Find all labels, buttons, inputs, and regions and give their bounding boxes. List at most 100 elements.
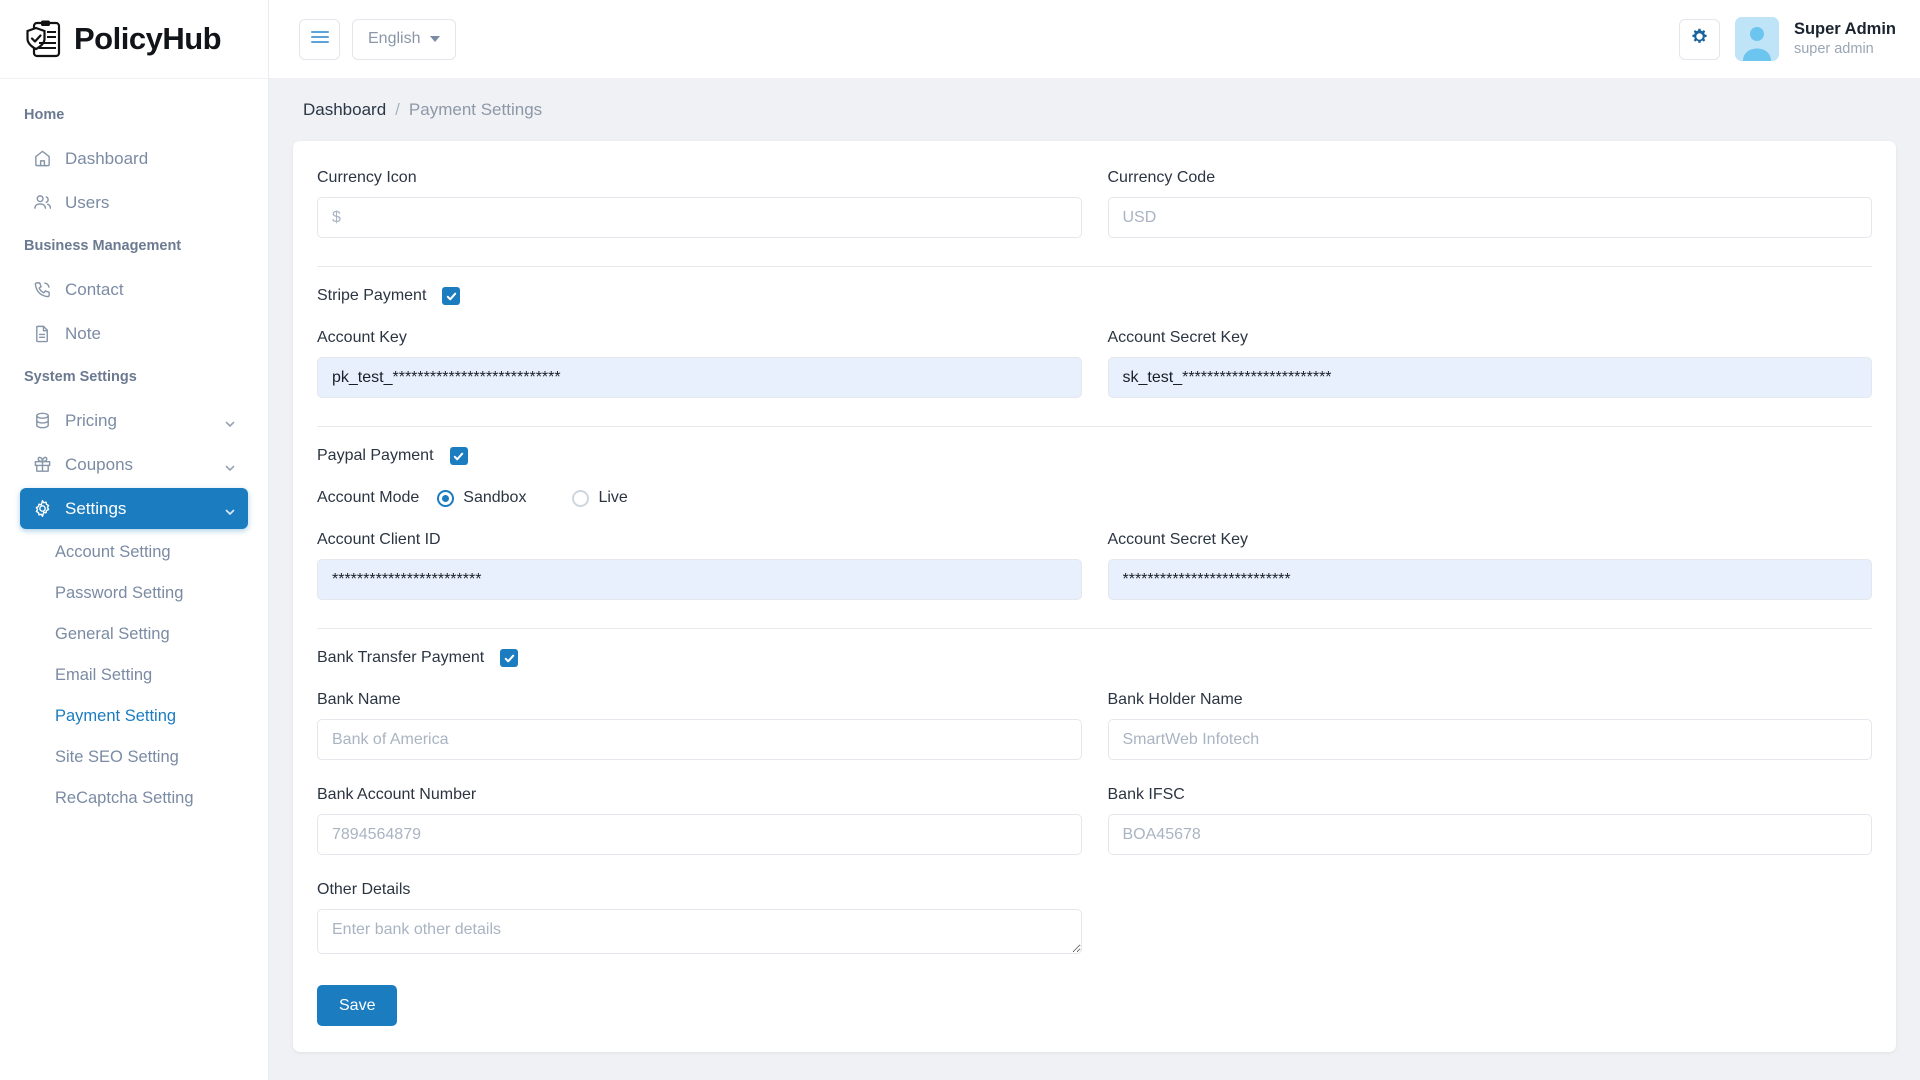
currency-code-field: Currency Code [1107, 169, 1872, 264]
account-mode-live-option[interactable]: Live [572, 489, 628, 507]
other-details-row: Other Details [317, 881, 1872, 985]
bank-account-row: Bank Account Number Bank IFSC [317, 786, 1872, 881]
user-name: Super Admin [1793, 20, 1896, 39]
breadcrumb-separator: / [395, 100, 400, 119]
sidebar-subitem-email-setting[interactable]: Email Setting [0, 655, 268, 696]
divider-stripe [317, 266, 1872, 267]
radio-sandbox-label: Sandbox [463, 489, 527, 506]
sidebar-subitem-general-setting[interactable]: General Setting [0, 614, 268, 655]
bank-ifsc-field: Bank IFSC [1107, 786, 1872, 881]
divider-paypal [317, 426, 1872, 427]
radio-sandbox[interactable] [437, 489, 455, 507]
stripe-keys-row: Account Key Account Secret Key [317, 329, 1872, 424]
sidebar-subitem-account-setting[interactable]: Account Setting [0, 532, 268, 573]
paypal-client-id-field: Account Client ID [317, 531, 1082, 626]
stripe-secret-key-input[interactable] [1107, 357, 1872, 398]
sidebar-item-dashboard[interactable]: Dashboard [20, 138, 248, 179]
paypal-secret-key-label: Account Secret Key [1107, 531, 1249, 548]
bank-account-number-label: Bank Account Number [317, 786, 477, 803]
brand-logo[interactable]: PolicyHub [0, 0, 268, 79]
gear-icon [32, 499, 52, 519]
paypal-client-id-input[interactable] [317, 559, 1082, 600]
phone-icon [32, 280, 52, 300]
account-mode-label: Account Mode [317, 489, 420, 506]
sidebar-item-label: Dashboard [65, 148, 149, 168]
paypal-payment-checkbox[interactable] [449, 447, 468, 465]
topbar-right: Super Admin super admin [1678, 17, 1896, 61]
sidebar-item-label: Contact [65, 279, 124, 299]
bank-holder-name-input[interactable] [1107, 719, 1872, 760]
stripe-secret-key-label: Account Secret Key [1107, 329, 1249, 346]
bank-name-row: Bank Name Bank Holder Name [317, 691, 1872, 786]
other-details-spacer [1108, 881, 1873, 985]
other-details-label: Other Details [317, 881, 411, 898]
hamburger-icon [310, 30, 329, 49]
currency-icon-label: Currency Icon [317, 169, 417, 186]
sidebar-item-settings[interactable]: Settings [20, 488, 248, 529]
bank-transfer-checkbox[interactable] [500, 649, 519, 667]
language-dropdown[interactable]: English [352, 18, 457, 60]
bank-ifsc-label: Bank IFSC [1107, 786, 1185, 803]
language-label: English [368, 30, 421, 47]
other-details-textarea[interactable] [317, 909, 1082, 954]
sidebar-item-label: Pricing [65, 410, 117, 430]
bank-ifsc-input[interactable] [1107, 814, 1872, 855]
avatar[interactable] [1734, 17, 1779, 61]
stripe-account-key-input[interactable] [317, 357, 1082, 398]
user-role: super admin [1793, 41, 1874, 58]
sidebar-item-coupons[interactable]: Coupons [20, 444, 248, 485]
currency-icon-field: Currency Icon [317, 169, 1082, 264]
gift-icon [32, 455, 52, 475]
currency-code-label: Currency Code [1107, 169, 1216, 186]
database-icon [32, 411, 52, 431]
currency-code-input[interactable] [1107, 197, 1872, 238]
bank-name-input[interactable] [317, 719, 1082, 760]
sidebar-subitem-recaptcha-setting[interactable]: ReCaptcha Setting [0, 778, 268, 819]
settings-button[interactable] [1678, 18, 1720, 60]
nav-section-system-settings: System Settings [24, 369, 137, 385]
breadcrumb-dashboard[interactable]: Dashboard [303, 100, 386, 120]
sidebar-subitem-payment-setting[interactable]: Payment Setting [0, 696, 268, 737]
bank-transfer-toggle-row: Bank Transfer Payment [317, 649, 1872, 667]
sidebar-item-note[interactable]: Note [20, 313, 248, 354]
radio-live[interactable] [572, 489, 590, 507]
chevron-down-icon [224, 459, 236, 471]
stripe-account-key-label: Account Key [317, 329, 407, 346]
other-details-field: Other Details [317, 881, 1082, 985]
home-icon [32, 149, 52, 169]
user-meta[interactable]: Super Admin super admin [1794, 18, 1896, 60]
topbar: English Super Admin super admin [269, 0, 1920, 79]
paypal-client-id-label: Account Client ID [317, 531, 441, 548]
chevron-down-icon [430, 36, 441, 42]
bank-holder-name-field: Bank Holder Name [1107, 691, 1872, 786]
paypal-account-mode-row: Account Mode Sandbox Live [317, 489, 1872, 507]
sidebar-subitem-password-setting[interactable]: Password Setting [0, 573, 268, 614]
sidebar-toggle-button[interactable] [299, 18, 340, 60]
sidebar-item-users[interactable]: Users [20, 182, 248, 223]
clipboard-shield-icon [26, 19, 64, 59]
main-area: English Super Admin super admin Dashboar… [269, 0, 1920, 1080]
paypal-secret-key-input[interactable] [1107, 559, 1872, 600]
sidebar-subitem-site-seo-setting[interactable]: Site SEO Setting [0, 737, 268, 778]
currency-icon-input[interactable] [317, 197, 1082, 238]
gear-icon [1691, 28, 1708, 50]
bank-transfer-label: Bank Transfer Payment [317, 649, 485, 666]
sidebar-item-pricing[interactable]: Pricing [20, 400, 248, 441]
payment-settings-card: Currency Icon Currency Code Stripe P [293, 141, 1896, 1052]
sidebar-item-label: Users [65, 192, 110, 212]
stripe-account-key-field: Account Key [317, 329, 1082, 424]
bank-account-number-input[interactable] [317, 814, 1082, 855]
stripe-payment-checkbox[interactable] [442, 287, 461, 305]
save-button[interactable]: Save [317, 985, 398, 1026]
bank-name-field: Bank Name [317, 691, 1082, 786]
brand-name: PolicyHub [74, 21, 222, 56]
account-mode-sandbox-option[interactable]: Sandbox [437, 489, 526, 507]
stripe-toggle-row: Stripe Payment [317, 287, 1872, 305]
sidebar-item-contact[interactable]: Contact [20, 269, 248, 310]
sidebar-item-label: Coupons [65, 454, 134, 474]
paypal-payment-label: Paypal Payment [317, 447, 434, 464]
paypal-keys-row: Account Client ID Account Secret Key [317, 531, 1872, 626]
users-icon [32, 193, 52, 213]
stripe-payment-label: Stripe Payment [317, 287, 427, 304]
sidebar: PolicyHub Home Dashboard Users Business … [0, 0, 269, 1080]
